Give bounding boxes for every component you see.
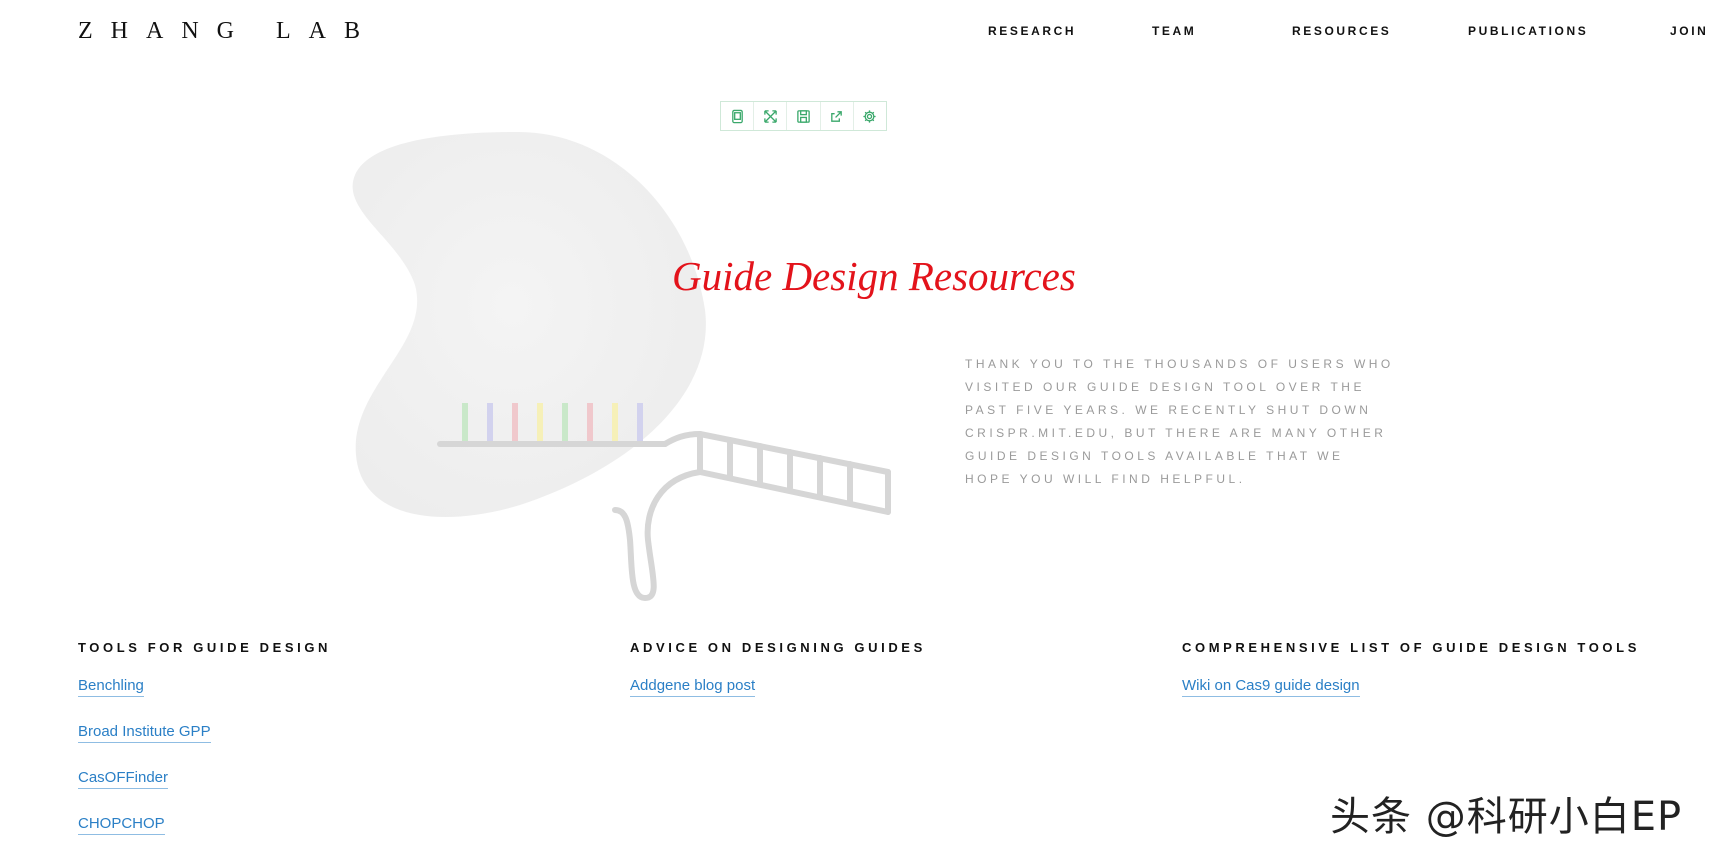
nav-join[interactable]: JOIN <box>1670 24 1708 38</box>
section-heading: TOOLS FOR GUIDE DESIGN <box>78 640 332 655</box>
list-item: CasOFFinder <box>78 769 331 815</box>
crispr-illustration <box>352 131 891 601</box>
link-list: Addgene blog post <box>630 677 926 723</box>
section-comprehensive-list: COMPREHENSIVE LIST OF GUIDE DESIGN TOOLS… <box>1182 640 1640 723</box>
section-heading: COMPREHENSIVE LIST OF GUIDE DESIGN TOOLS <box>1182 640 1640 655</box>
link-addgene-blog[interactable]: Addgene blog post <box>630 677 756 697</box>
section-tools: TOOLS FOR GUIDE DESIGN Benchling Broad I… <box>78 640 331 861</box>
link-list: Wiki on Cas9 guide design <box>1182 677 1640 723</box>
link-chopchop[interactable]: CHOPCHOP <box>78 815 165 835</box>
link-casoffinder[interactable]: CasOFFinder <box>78 769 169 789</box>
nav-research[interactable]: RESEARCH <box>988 24 1076 38</box>
link-benchling[interactable]: Benchling <box>78 677 144 697</box>
link-cas9-wiki[interactable]: Wiki on Cas9 guide design <box>1182 677 1360 697</box>
nav-publications[interactable]: PUBLICATIONS <box>1468 24 1588 38</box>
nav-resources[interactable]: RESOURCES <box>1292 24 1391 38</box>
page-title: Guide Design Resources <box>672 253 1076 299</box>
link-broad-gpp[interactable]: Broad Institute GPP <box>78 723 211 743</box>
main-nav: RESEARCH TEAM RESOURCES PUBLICATIONS JOI… <box>0 24 1731 44</box>
list-item: Broad Institute GPP <box>78 723 331 769</box>
section-heading: ADVICE ON DESIGNING GUIDES <box>630 640 926 655</box>
cas9-blob <box>352 131 706 518</box>
list-item: Benchling <box>78 677 331 723</box>
intro-text: THANK YOU TO THE THOUSANDS OF USERS WHO … <box>965 357 1394 486</box>
nav-team[interactable]: TEAM <box>1152 24 1196 38</box>
list-item: Addgene blog post <box>630 677 926 723</box>
link-list: Benchling Broad Institute GPP CasOFFinde… <box>78 677 331 861</box>
list-item: Wiki on Cas9 guide design <box>1182 677 1640 723</box>
watermark: 头条 @科研小白EP <box>1330 794 1683 840</box>
list-item: CHOPCHOP <box>78 815 331 861</box>
section-advice: ADVICE ON DESIGNING GUIDES Addgene blog … <box>630 640 926 723</box>
